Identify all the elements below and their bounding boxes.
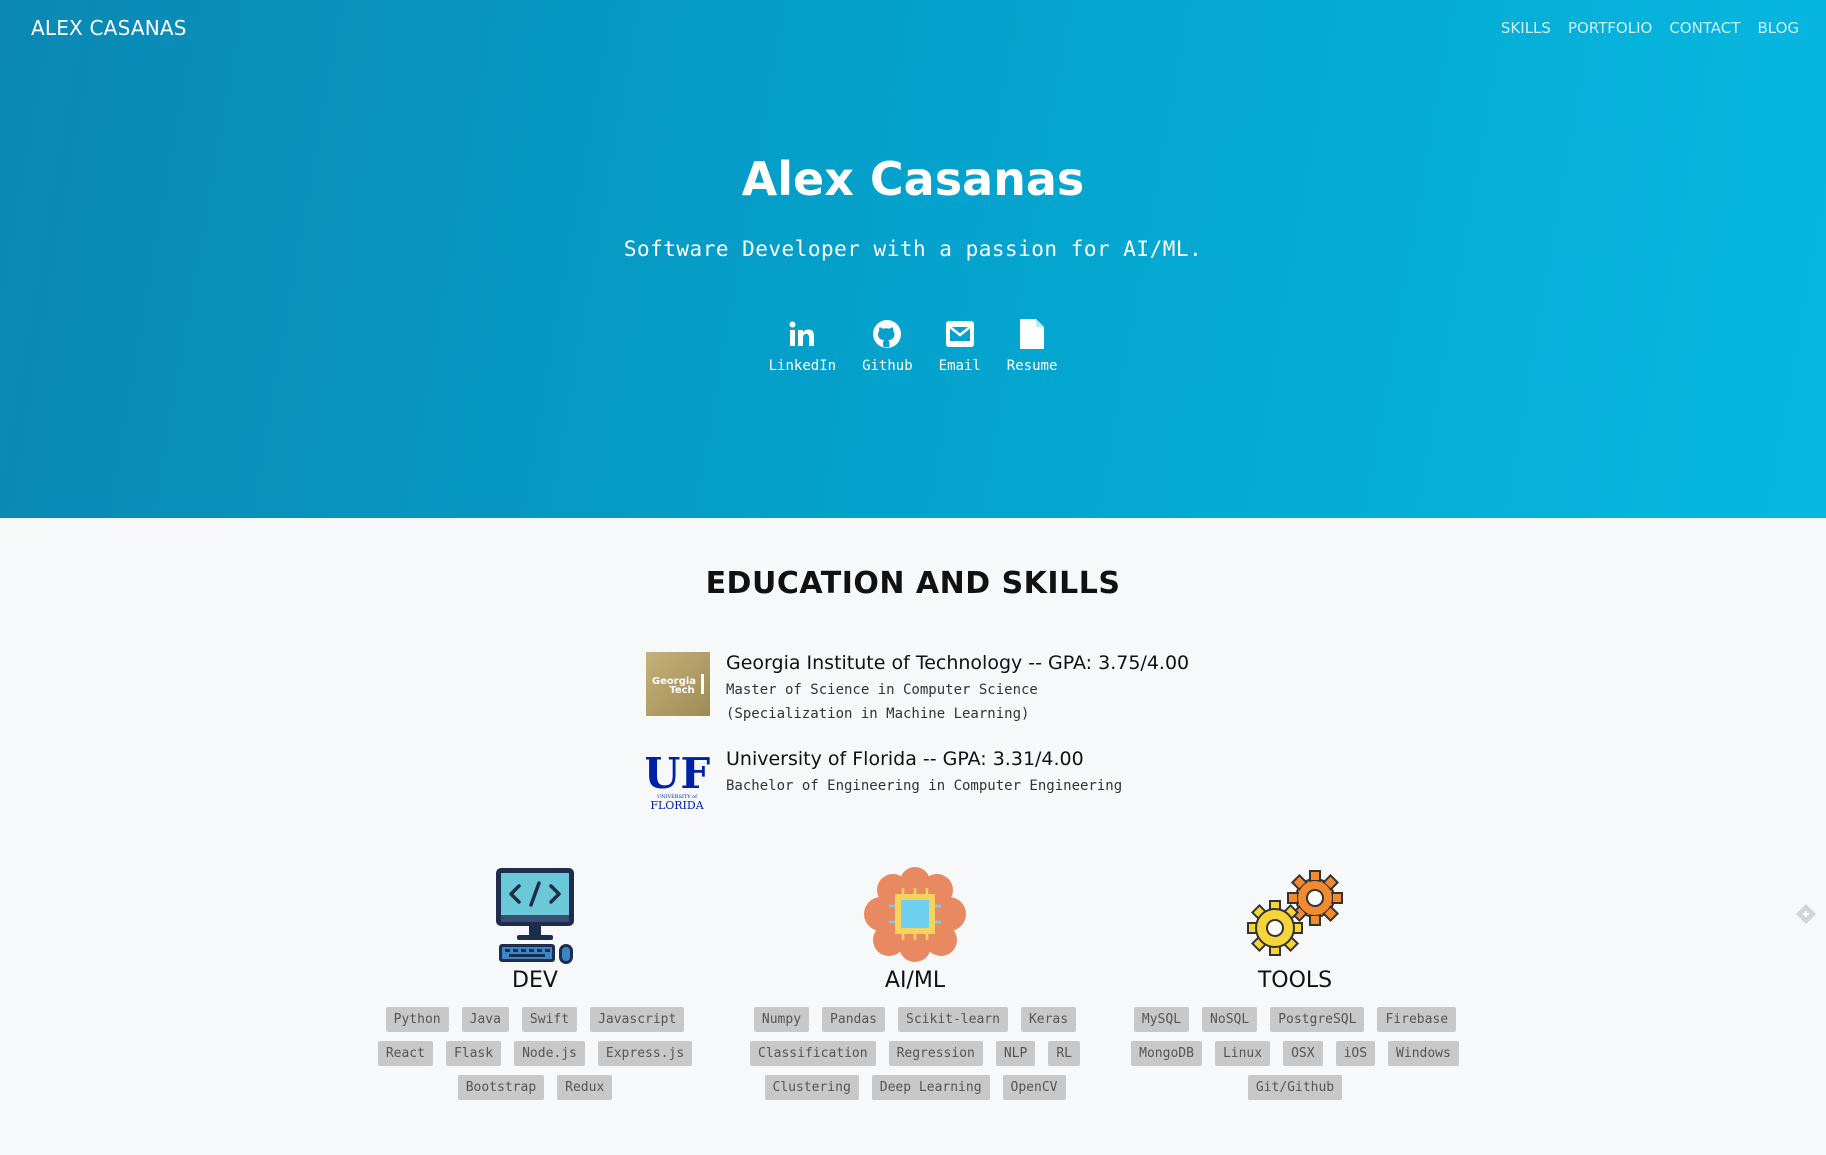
skill-tag[interactable]: MySQL xyxy=(1133,1007,1190,1032)
skill-tag[interactable]: Bootstrap xyxy=(457,1075,545,1100)
skills-aiml-title: AI/ML xyxy=(884,968,946,993)
skills-aiml: AI/ML Numpy Pandas Scikit-learn Keras Cl… xyxy=(745,866,1085,1100)
skill-tag[interactable]: Keras xyxy=(1020,1007,1077,1032)
extension-diamond-icon[interactable] xyxy=(1794,902,1818,926)
section-title: EDUCATION AND SKILLS xyxy=(705,566,1121,601)
resume-link[interactable]: Resume xyxy=(1006,316,1058,374)
skill-tag[interactable]: OpenCV xyxy=(1002,1075,1066,1100)
skill-tag[interactable]: iOS xyxy=(1335,1041,1376,1066)
skill-tag[interactable]: Swift xyxy=(521,1007,578,1032)
email-icon xyxy=(945,316,975,352)
hero-title: Alex Casanas xyxy=(741,152,1085,206)
gatech-logo: Georgia Tech xyxy=(646,652,710,716)
uf-logo-text-3: FLORIDA xyxy=(650,799,704,812)
linkedin-link[interactable]: LinkedIn xyxy=(769,316,836,374)
nav-portfolio[interactable]: PORTFOLIO xyxy=(1568,19,1652,37)
skill-tag[interactable]: PostgreSQL xyxy=(1270,1007,1365,1032)
skill-tag[interactable]: Firebase xyxy=(1377,1007,1457,1032)
skill-tag[interactable]: Javascript xyxy=(590,1007,685,1032)
skill-tag[interactable]: Express.js xyxy=(597,1041,693,1066)
skill-tag[interactable]: Windows xyxy=(1388,1041,1459,1066)
skill-tag[interactable]: Regression xyxy=(888,1041,983,1066)
skill-tag[interactable]: Scikit-learn xyxy=(898,1007,1008,1032)
gears-icon xyxy=(1243,866,1347,966)
uf-name: University of Florida -- GPA: 3.31/4.00 xyxy=(726,748,1084,770)
email-label: Email xyxy=(938,358,981,374)
gatech-logo-text-2: Tech xyxy=(669,685,694,696)
skill-tag[interactable]: Linux xyxy=(1214,1041,1271,1066)
linkedin-icon xyxy=(787,316,817,352)
skill-tag[interactable]: NoSQL xyxy=(1202,1007,1258,1032)
skills-tools-title: TOOLS xyxy=(1257,968,1333,993)
main-nav: SKILLS PORTFOLIO CONTACT BLOG xyxy=(1501,19,1799,37)
skill-tag[interactable]: Node.js xyxy=(514,1041,585,1066)
skill-tag[interactable]: Java xyxy=(461,1007,509,1032)
hero-section: ALEX CASANAS SKILLS PORTFOLIO CONTACT BL… xyxy=(0,0,1826,518)
uf-degree: Bachelor of Engineering in Computer Engi… xyxy=(726,778,1123,794)
skill-tag[interactable]: Classification xyxy=(750,1041,876,1066)
skill-tag[interactable]: Pandas xyxy=(822,1007,886,1032)
gatech-specialization: (Specialization in Machine Learning) xyxy=(726,706,1030,722)
uf-logo: UF UNIVERSITY of FLORIDA xyxy=(644,748,711,812)
skill-tag[interactable]: Redux xyxy=(557,1075,613,1100)
skills-dev: DEV Python Java Swift Javascript React F… xyxy=(365,866,705,1100)
skill-tag[interactable]: MongoDB xyxy=(1131,1041,1202,1066)
resume-label: Resume xyxy=(1006,358,1058,374)
computer-code-icon xyxy=(493,866,577,966)
skill-tag[interactable]: OSX xyxy=(1283,1041,1323,1066)
social-links: LinkedIn Github Email Resume xyxy=(0,316,1826,374)
skill-tag[interactable]: React xyxy=(377,1041,433,1066)
skill-tag[interactable]: RL xyxy=(1048,1041,1080,1066)
github-link[interactable]: Github xyxy=(862,316,913,374)
brand-logo[interactable]: ALEX CASANAS xyxy=(31,16,187,40)
nav-blog[interactable]: BLOG xyxy=(1757,19,1799,37)
skills-tools: TOOLS MySQL NoSQL PostgreSQL Firebase Mo… xyxy=(1125,866,1465,1100)
linkedin-label: LinkedIn xyxy=(768,358,837,374)
uf-logo-mark: UF xyxy=(646,749,710,798)
skills-dev-title: DEV xyxy=(512,968,558,993)
gatech-degree: Master of Science in Computer Science xyxy=(726,682,1038,698)
github-label: Github xyxy=(862,358,913,374)
nav-contact[interactable]: CONTACT xyxy=(1669,19,1740,37)
skill-tag[interactable]: Clustering xyxy=(764,1075,859,1100)
skill-tag[interactable]: Numpy xyxy=(753,1007,810,1032)
skill-tag[interactable]: Python xyxy=(385,1007,449,1032)
brain-chip-icon xyxy=(863,866,967,966)
skills-aiml-tags: Numpy Pandas Scikit-learn Keras Classifi… xyxy=(745,1007,1085,1100)
skills-tools-tags: MySQL NoSQL PostgreSQL Firebase MongoDB … xyxy=(1125,1007,1465,1100)
email-link[interactable]: Email xyxy=(939,316,981,374)
github-icon xyxy=(871,316,903,352)
hero-subtitle: Software Developer with a passion for AI… xyxy=(623,237,1203,261)
skill-tag[interactable]: NLP xyxy=(995,1041,1036,1066)
skills-dev-tags: Python Java Swift Javascript React Flask… xyxy=(365,1007,705,1100)
skill-tag[interactable]: Deep Learning xyxy=(871,1075,990,1100)
skill-tag[interactable]: Git/Github xyxy=(1247,1075,1343,1100)
gatech-name: Georgia Institute of Technology -- GPA: … xyxy=(726,652,1190,674)
document-icon xyxy=(1019,316,1045,352)
nav-skills[interactable]: SKILLS xyxy=(1501,19,1551,37)
skill-tag[interactable]: Flask xyxy=(445,1041,502,1066)
